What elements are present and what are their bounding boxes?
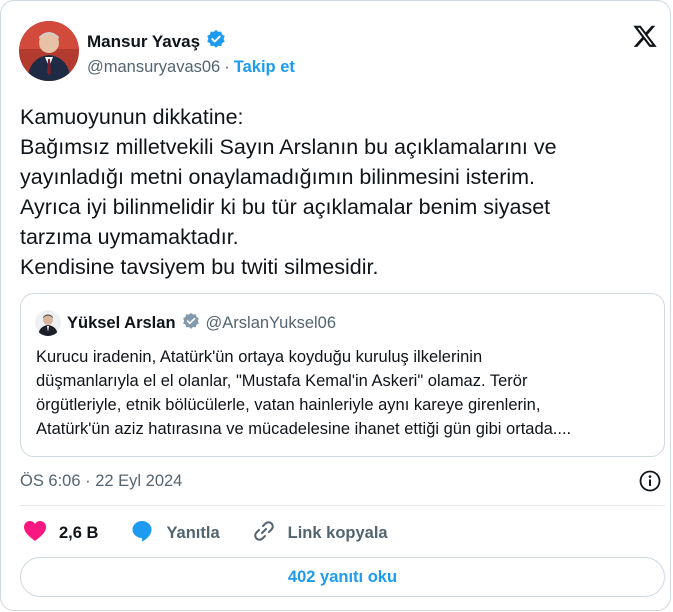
- copy-link-button[interactable]: Link kopyala: [252, 519, 388, 548]
- tweet-line: tarzıma uymamaktadır.: [20, 225, 239, 249]
- tweet-line: Ayrıca iyi bilinmelidir ki bu tür açıkla…: [20, 195, 551, 219]
- read-replies-button[interactable]: 402 yanıtı oku: [20, 557, 665, 597]
- author-handle-row: @mansuryavas06 · Takip et: [87, 58, 295, 77]
- link-icon: [252, 519, 276, 548]
- tweet-line: Bağımsız milletvekili Sayın Arslanın bu …: [20, 135, 557, 159]
- verified-badge-icon: [182, 312, 200, 335]
- divider: [20, 505, 665, 506]
- reply-button[interactable]: Yanıtla: [130, 519, 220, 548]
- author-name-row: Mansur Yavaş: [87, 29, 226, 54]
- reply-icon: [130, 519, 154, 548]
- tweet-line: Kamuoyunun dikkatine:: [20, 105, 244, 129]
- copy-link-label: Link kopyala: [287, 524, 388, 542]
- like-count: 2,6 B: [59, 524, 99, 542]
- heart-icon: [23, 520, 47, 547]
- x-logo-icon[interactable]: [632, 23, 658, 49]
- reply-label: Yanıtla: [166, 524, 220, 542]
- quoted-author-handle: @ArslanYuksel06: [205, 313, 337, 332]
- quoted-line: Atatürk'ün aziz hatırasına ve mücadelesi…: [36, 420, 572, 438]
- verified-badge-icon: [206, 29, 226, 54]
- quoted-tweet[interactable]: Yüksel Arslan @ArslanYuksel06 Kurucu ira…: [20, 293, 665, 457]
- tweet-line: Kendisine tavsiyem bu twiti silmesidir.: [20, 255, 379, 279]
- read-replies-label: 402 yanıtı oku: [287, 567, 398, 586]
- quoted-avatar: [35, 310, 61, 336]
- quoted-author-name: Yüksel Arslan: [67, 313, 176, 332]
- quoted-header: Yüksel Arslan @ArslanYuksel06: [35, 310, 336, 336]
- tweet-card: Mansur Yavaş @mansuryavas06 · Takip et K…: [0, 0, 671, 611]
- quoted-line: Kurucu iradenin, Atatürk'ün ortaya koydu…: [36, 348, 483, 366]
- quoted-line: düşmanlarıyla el el olanlar, "Mustafa Ke…: [36, 372, 528, 390]
- action-bar: 2,6 B Yanıtla Link kopyala: [23, 519, 420, 548]
- separator: ·: [224, 58, 230, 76]
- quoted-line: örgütleriyle, etnik bölücülerle, vatan h…: [36, 396, 541, 414]
- tweet-text: Kamuoyunun dikkatine: Bağımsız milletvek…: [20, 102, 660, 282]
- info-icon[interactable]: [639, 470, 661, 492]
- tweet-line: yayınladığı metni onaylamadığımın bilinm…: [20, 165, 536, 189]
- author-name[interactable]: Mansur Yavaş: [87, 32, 200, 52]
- author-avatar[interactable]: [19, 21, 79, 81]
- follow-button[interactable]: Takip et: [234, 58, 295, 77]
- like-button[interactable]: 2,6 B: [23, 520, 98, 547]
- tweet-timestamp[interactable]: ÖS 6:06 · 22 Eyl 2024: [20, 472, 182, 491]
- author-handle[interactable]: @mansuryavas06: [87, 58, 220, 77]
- quoted-text: Kurucu iradenin, Atatürk'ün ortaya koydu…: [36, 345, 656, 441]
